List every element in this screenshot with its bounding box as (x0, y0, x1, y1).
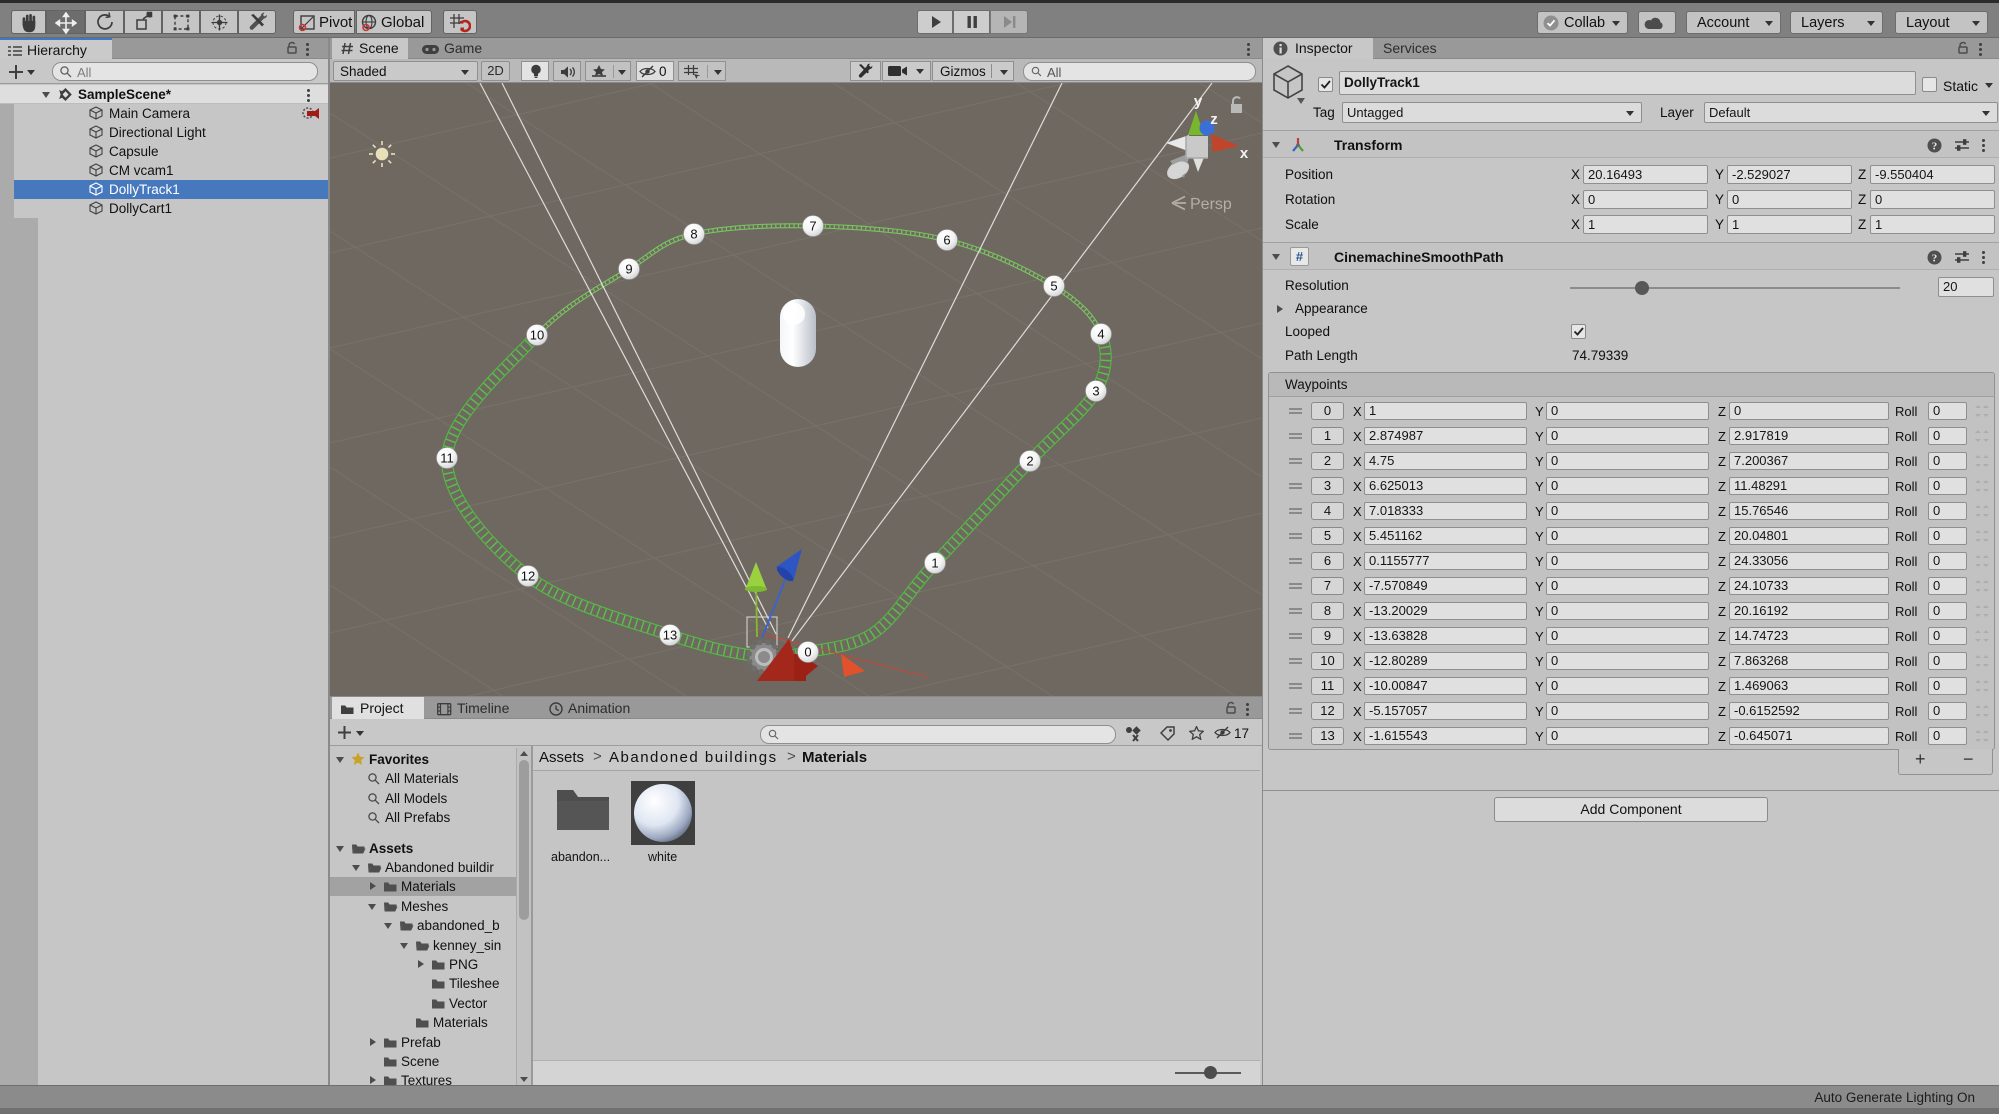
svg-text:6: 6 (943, 233, 950, 248)
svg-text:12: 12 (521, 569, 535, 584)
svg-text:11: 11 (440, 451, 454, 466)
svg-text:9: 9 (625, 262, 632, 277)
svg-text:1: 1 (931, 556, 938, 571)
svg-text:7: 7 (809, 219, 816, 234)
svg-text:?: ? (1932, 140, 1938, 152)
svg-text:13: 13 (663, 628, 677, 643)
svg-text:0: 0 (804, 645, 811, 660)
svg-text:4: 4 (1097, 327, 1104, 342)
svg-text:z: z (1210, 111, 1218, 128)
svg-text:x: x (1240, 145, 1249, 162)
svg-text:3: 3 (1092, 384, 1099, 399)
svg-text:8: 8 (690, 227, 697, 242)
svg-text:?: ? (1932, 252, 1938, 264)
svg-text:2: 2 (1026, 454, 1033, 469)
svg-text:5: 5 (1050, 279, 1057, 294)
svg-text:y: y (1194, 93, 1203, 110)
svg-text:10: 10 (530, 328, 544, 343)
svg-text:Persp: Persp (1190, 196, 1232, 213)
